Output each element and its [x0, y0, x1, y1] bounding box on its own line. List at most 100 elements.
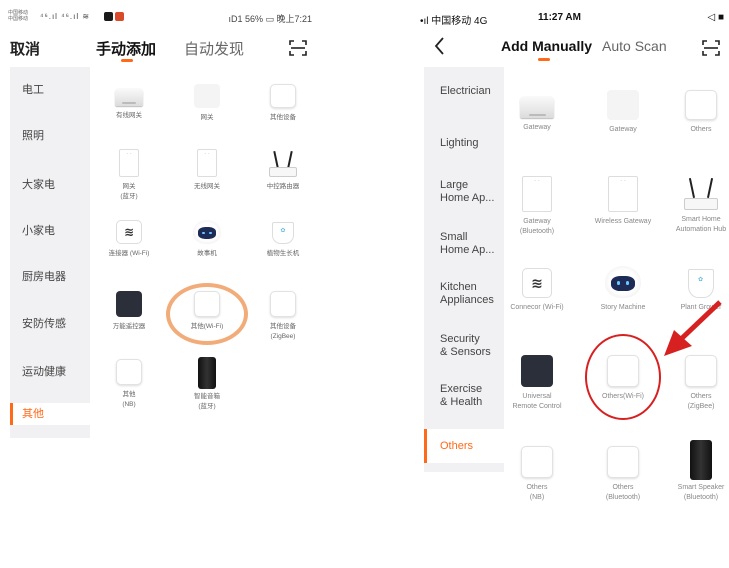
device-cell-universal-remote[interactable]: Universal Remote Control — [502, 355, 572, 412]
device-label: 连接器 (Wi-Fi) — [108, 250, 150, 257]
device-cell-gateway[interactable]: 网关 — [172, 84, 242, 123]
sidebar-item-kitchen[interactable]: Kitchen Appliances — [424, 281, 504, 307]
status-bar: 中国移动 中国移动 ⁴⁶.ıl ⁴⁶.ıl ≋ ıD1 56% ▭ 晚上7:21 — [8, 10, 328, 26]
device-label: 故事机 — [197, 250, 217, 257]
sidebar-item-lighting[interactable]: 照明 — [10, 127, 90, 143]
sidebar-item-exercise[interactable]: Exercise & Health — [424, 383, 504, 409]
sidebar-item-others[interactable]: Others — [424, 429, 504, 463]
device-cell-others-nb[interactable]: 其他 (NB) — [94, 359, 164, 410]
device-label: 其他 (NB) — [122, 391, 136, 408]
gateway-icon — [520, 96, 554, 118]
carrier-bottom: 中国移动 — [8, 16, 29, 22]
plant-pot-icon: ✿ — [686, 266, 716, 298]
sidebar-item-small-appliances[interactable]: Small Home Ap... — [424, 231, 504, 257]
status-time: 11:27 AM — [538, 12, 581, 23]
category-sidebar: Electrician Lighting Large Home Ap... Sm… — [424, 67, 504, 472]
speaker-icon — [690, 440, 712, 480]
sidebar-item-lighting[interactable]: Lighting — [424, 137, 504, 150]
device-cell-gateway[interactable]: Gateway — [502, 90, 572, 133]
device-label: 有线网关 — [116, 112, 142, 119]
app-icon — [104, 12, 113, 21]
blank-icon — [194, 84, 220, 108]
blank-icon — [607, 90, 639, 120]
tab-auto-scan[interactable]: Auto Scan — [602, 38, 667, 54]
device-cell-others-zigbee[interactable]: 其他设备 (ZigBee) — [248, 291, 318, 342]
sidebar-item-security[interactable]: 安防传感 — [10, 315, 90, 331]
plain-device-icon — [685, 90, 717, 120]
device-cell-wireless-gateway[interactable]: Wireless Gateway — [588, 176, 658, 227]
device-cell-wifi-connector[interactable]: ≋ Connecor (Wi-Fi) — [502, 268, 572, 313]
sidebar-item-electrician[interactable]: 电工 — [10, 81, 90, 97]
tall-gateway-icon — [608, 176, 638, 212]
robot-icon — [193, 220, 221, 244]
device-cell-wired-gateway[interactable]: 有线网关 — [94, 84, 164, 121]
tab-add-manually[interactable]: 手动添加 — [96, 38, 156, 59]
status-bar: •ıl 中国移动 4G 11:27 AM ◁ ■ — [420, 12, 726, 28]
device-cell-smart-speaker[interactable]: 智能音箱 (蓝牙) — [172, 357, 242, 412]
remote-icon — [521, 355, 553, 387]
device-label: Universal Remote Control — [512, 393, 562, 410]
device-label: Story Machine — [600, 304, 646, 311]
gateway-icon — [115, 88, 143, 106]
notification-icons — [104, 12, 124, 21]
device-label: 其他设备 — [270, 114, 296, 121]
status-right: ◁ ■ — [707, 12, 724, 23]
device-cell-automation-hub[interactable]: Smart Home Automation Hub — [666, 176, 729, 235]
plain-device-icon — [116, 359, 142, 385]
status-right: ıD1 56% ▭ 晚上7:21 — [228, 14, 312, 24]
device-cell-gateway-2[interactable]: Gateway — [588, 90, 658, 135]
device-label: Smart Speaker (Bluetooth) — [677, 484, 725, 501]
sidebar-item-small-appliances[interactable]: 小家电 — [10, 222, 90, 238]
device-cell-others-bluetooth[interactable]: Others (Bluetooth) — [588, 446, 658, 503]
device-cell-story-machine[interactable]: 故事机 — [172, 220, 242, 259]
router-icon — [269, 149, 297, 177]
annotation-arrow-icon — [664, 300, 722, 356]
tall-gateway-icon — [522, 176, 552, 212]
scan-icon[interactable] — [699, 36, 723, 60]
plain-device-icon — [607, 446, 639, 478]
device-cell-story-machine[interactable]: Story Machine — [588, 266, 658, 313]
tall-gateway-icon — [197, 149, 217, 177]
device-cell-gateway-bluetooth[interactable]: 网关 (蓝牙) — [94, 149, 164, 202]
device-cell-wifi-connector[interactable]: ≋ 连接器 (Wi-Fi) — [94, 220, 164, 259]
device-label: Wireless Gateway — [594, 218, 652, 225]
device-label: 其他设备 (ZigBee) — [270, 323, 296, 340]
scan-icon[interactable] — [286, 36, 310, 60]
device-label: 网关 (蓝牙) — [120, 183, 138, 200]
device-label: Others (ZigBee) — [687, 393, 715, 410]
device-label: Gateway — [523, 124, 551, 131]
signal-icon: ⁴⁶.ıl ⁴⁶.ıl ≋ — [40, 12, 91, 21]
device-cell-gateway-bluetooth[interactable]: Gateway (Bluetooth) — [502, 176, 572, 237]
device-cell-others-zigbee[interactable]: Others (ZigBee) — [666, 355, 729, 412]
active-tab-indicator — [538, 58, 550, 61]
back-chevron-icon[interactable] — [432, 34, 448, 58]
device-label: 中控路由器 — [266, 183, 300, 190]
device-cell-plant-grower[interactable]: ✿ 植物生长机 — [248, 220, 318, 259]
top-nav: Add Manually Auto Scan — [418, 34, 729, 66]
device-label: 网关 — [200, 114, 214, 121]
sidebar-item-security[interactable]: Security & Sensors — [424, 333, 504, 359]
device-cell-smart-speaker[interactable]: Smart Speaker (Bluetooth) — [666, 440, 729, 503]
plain-device-icon — [270, 84, 296, 108]
tab-add-manually[interactable]: Add Manually — [501, 38, 592, 54]
cancel-button[interactable]: 取消 — [10, 38, 40, 59]
plain-device-icon — [270, 291, 296, 317]
device-label: Others (NB) — [526, 484, 548, 501]
wifi-connector-icon: ≋ — [522, 268, 552, 298]
device-cell-others[interactable]: Others — [666, 90, 729, 135]
phone-screen-english: •ıl 中国移动 4G 11:27 AM ◁ ■ Add Manually Au… — [418, 0, 729, 568]
device-cell-router[interactable]: 中控路由器 — [248, 149, 318, 192]
device-cell-others-nb[interactable]: Others (NB) — [502, 446, 572, 503]
sidebar-item-others[interactable]: 其他 — [10, 403, 90, 425]
device-cell-universal-remote[interactable]: 万能遥控器 — [94, 291, 164, 332]
active-tab-indicator — [121, 59, 133, 62]
tab-auto-scan[interactable]: 自动发现 — [184, 38, 244, 59]
sidebar-item-large-appliances[interactable]: Large Home Ap... — [424, 179, 504, 205]
top-nav: 取消 手动添加 自动发现 — [0, 36, 335, 62]
device-cell-wireless-gateway[interactable]: 无线网关 — [172, 149, 242, 192]
sidebar-item-electrician[interactable]: Electrician — [424, 85, 504, 98]
sidebar-item-exercise[interactable]: 运动健康 — [10, 363, 90, 379]
device-cell-other-device[interactable]: 其他设备 — [248, 84, 318, 123]
sidebar-item-large-appliances[interactable]: 大家电 — [10, 176, 90, 192]
sidebar-item-kitchen[interactable]: 厨房电器 — [10, 268, 90, 284]
